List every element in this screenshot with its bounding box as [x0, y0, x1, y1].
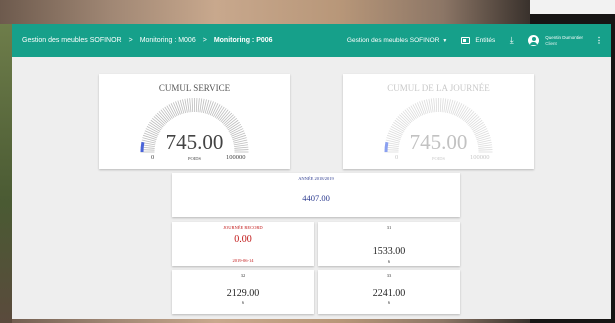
account-circle-icon[interactable] [528, 35, 540, 46]
gauge-tick [189, 98, 192, 113]
tile-label: 33 [386, 273, 392, 278]
gauge-tick [199, 98, 203, 113]
gauge-tick [177, 100, 183, 115]
year-total-card: ANNÉE 2018/2019 4407.00 [172, 173, 460, 217]
gauge-tick [441, 98, 444, 113]
user-role: Client [545, 40, 557, 46]
tile-31: 31 1533.00 6 [318, 222, 460, 266]
gauge-tick [443, 98, 447, 113]
tile-sub: 6 [387, 300, 391, 305]
gauge-tick [433, 98, 436, 113]
tile-32: 32 2129.00 6 [172, 270, 314, 314]
background-foliage [0, 24, 12, 323]
record-value: 0.00 [234, 234, 252, 245]
gauge-max-label: 100000 [226, 154, 246, 161]
breadcrumb-monitoring-p006: Monitoring : P006 [213, 37, 273, 44]
tile-value: 2129.00 [226, 288, 260, 299]
company-menu-button[interactable]: Gestion des meubles SOFINOR ▼ [347, 37, 447, 44]
background-corner [530, 0, 615, 14]
gauge-value: 745.00 [409, 130, 468, 154]
tile-33: 33 2241.00 6 [318, 270, 460, 314]
year-value: 4407.00 [302, 193, 330, 203]
gauge-tick [195, 98, 198, 113]
tile-label: 31 [386, 225, 392, 230]
gauge-value: 745.00 [165, 130, 224, 154]
download-icon[interactable]: ⤓ [507, 36, 516, 45]
record-day-card: JOURNÉE RECORD 0.00 2019-06-14 [172, 222, 314, 266]
tile-value: 1533.00 [372, 246, 406, 257]
gauge-title: CUMUL DE LA JOURNÉE [387, 83, 490, 93]
gauge-card-cumul-journee: CUMUL DE LA JOURNÉE 745.00 0 POIDS 10000… [343, 74, 534, 169]
record-label: JOURNÉE RECORD [223, 225, 263, 230]
breadcrumb-company[interactable]: Gestion des meubles SOFINOR [22, 37, 122, 44]
breadcrumb-separator: > [128, 37, 133, 44]
entities-button[interactable]: Entités [461, 37, 495, 44]
gauge-max-label: 100000 [470, 154, 490, 161]
gauge-tick [421, 100, 427, 115]
more-vert-icon[interactable]: ⋮ [595, 36, 603, 45]
app-bar: Gestion des meubles SOFINOR > Monitoring… [12, 24, 611, 57]
tile-sub: 6 [387, 259, 391, 264]
year-label: ANNÉE 2018/2019 [298, 176, 334, 181]
tile-value: 2241.00 [372, 288, 406, 299]
breadcrumb-monitoring-m006[interactable]: Monitoring : M006 [140, 37, 196, 44]
gauge-tick [206, 100, 212, 115]
gauge-tick [186, 98, 190, 113]
gauge-tick [191, 98, 194, 113]
entities-icon [461, 37, 471, 44]
gauge-unit-label: POIDS [187, 156, 201, 161]
record-date: 2019-06-14 [232, 258, 254, 263]
gauge-tick [430, 98, 434, 113]
caret-down-icon: ▼ [442, 37, 448, 44]
gauge-tick [197, 98, 200, 113]
breadcrumb-separator: > [202, 37, 207, 44]
company-menu-label: Gestion des meubles SOFINOR [346, 37, 440, 44]
entities-label: Entités [475, 37, 496, 44]
gauge-unit-label: POIDS [431, 156, 445, 161]
app-window: Gestion des meubles SOFINOR > Monitoring… [12, 24, 611, 319]
user-info[interactable]: Quentin Dumontier Client [545, 35, 583, 47]
tile-sub: 6 [241, 300, 245, 305]
tile-label: 32 [240, 273, 246, 278]
gauge-card-cumul-service: CUMUL SERVICE 745.00 0 POIDS 100000 [99, 74, 290, 169]
gauge-tick [450, 100, 456, 115]
gauge-tick [435, 98, 438, 113]
gauge-title: CUMUL SERVICE [158, 83, 231, 93]
gauge-tick [439, 98, 442, 113]
